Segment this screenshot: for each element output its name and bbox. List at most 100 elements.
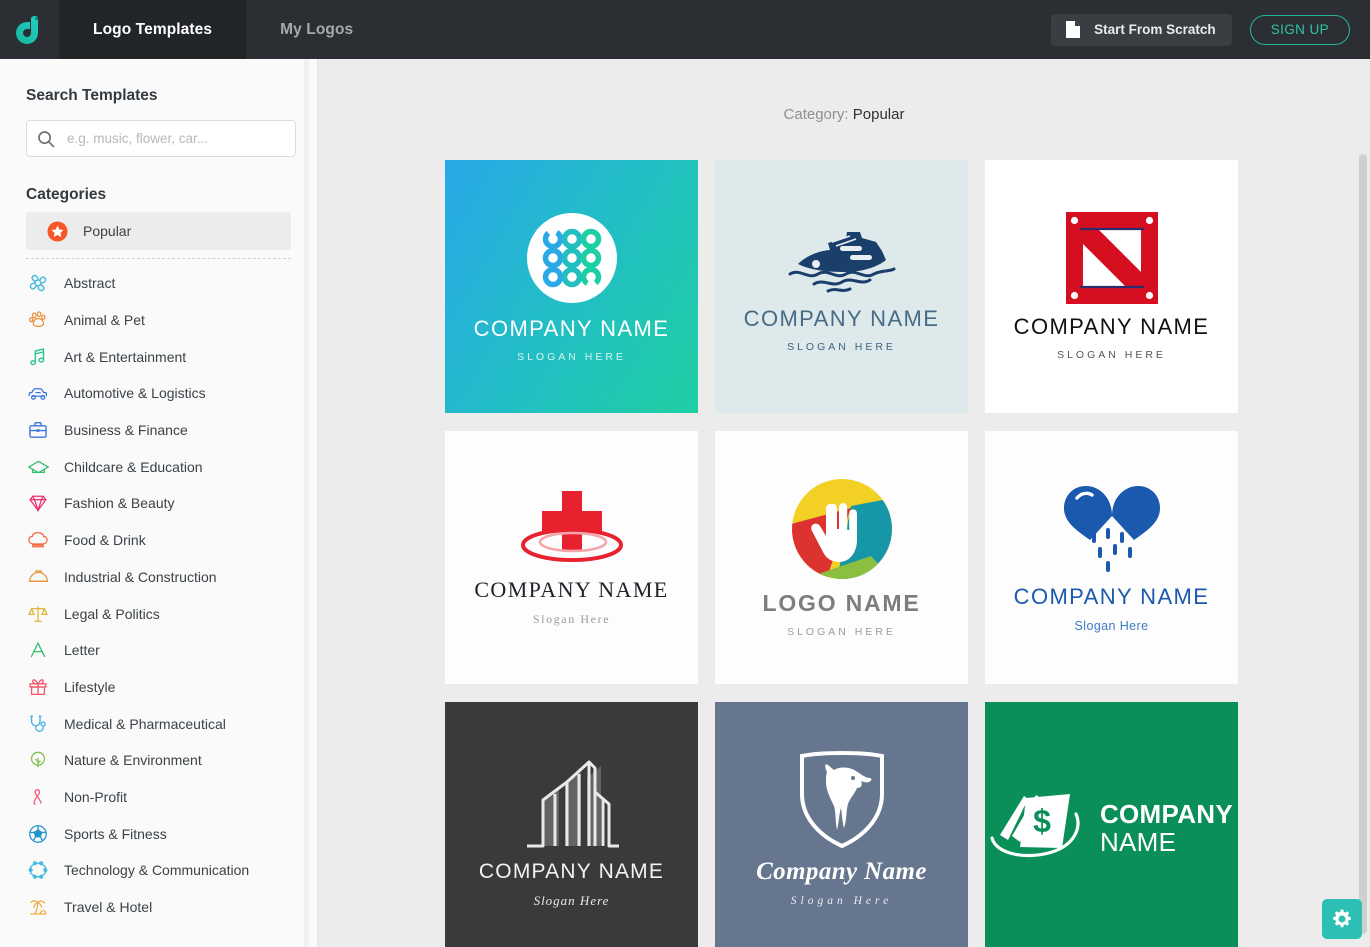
- sidebar-item-sports-fitness[interactable]: Sports & Fitness: [0, 815, 317, 852]
- cruise-ship-icon: [784, 220, 900, 296]
- sidebar-item-nature-environment-label: Nature & Environment: [64, 752, 202, 769]
- sidebar-item-fashion-beauty-label: Fashion & Beauty: [64, 495, 175, 512]
- template-name: LOGO NAME: [762, 589, 921, 616]
- sidebar-item-business-finance-label: Business & Finance: [64, 422, 188, 439]
- hand-in-circle-icon: [791, 478, 893, 580]
- brand-d-logo-icon: [15, 15, 38, 44]
- sidebar-item-food-drink-label: Food & Drink: [64, 532, 146, 549]
- sidebar-item-non-profit-label: Non-Profit: [64, 788, 128, 805]
- graduation-cap-icon: [26, 455, 50, 479]
- template-slogan: Slogan Here: [790, 895, 893, 907]
- sidebar-item-letter-label: Letter: [64, 642, 100, 659]
- template-slogan: SLOGAN HERE: [1057, 349, 1166, 361]
- money-swoosh-icon: $: [990, 790, 1086, 868]
- sidebar-item-art-entertainment[interactable]: Art & Entertainment: [0, 338, 317, 375]
- sidebar-item-legal-politics[interactable]: Legal & Politics: [0, 595, 317, 632]
- document-icon: [1066, 21, 1081, 38]
- sidebar-scrollbar[interactable]: [304, 59, 309, 947]
- hard-hat-icon: [26, 565, 50, 589]
- template-name: COMPANY NAME: [1013, 584, 1210, 609]
- tab-logo-templates[interactable]: Logo Templates: [59, 0, 247, 59]
- template-name: Company Name: [756, 858, 927, 885]
- main-scrollbar-thumb[interactable]: [1359, 154, 1367, 934]
- category-list: Popular Abstract Animal & Pet Art & Ente…: [0, 212, 317, 925]
- template-name: COMPANY NAME: [743, 306, 940, 331]
- template-card[interactable]: COMPANY NAME Slogan Here: [985, 431, 1238, 684]
- templates-main-area: Category: Popular COMPANY NAME SLOGAN HE…: [318, 59, 1370, 947]
- template-card[interactable]: COMPANY NAME Slogan Here: [445, 431, 698, 684]
- sidebar-item-nature-environment[interactable]: Nature & Environment: [0, 742, 317, 779]
- category-heading: Category: Popular: [318, 106, 1370, 123]
- rain-heart-icon: [1060, 482, 1164, 574]
- sidebar-item-technology-communication[interactable]: Technology & Communication: [0, 852, 317, 889]
- wolf-shield-icon: [794, 750, 890, 848]
- red-crate-n-icon: [1065, 212, 1158, 304]
- start-from-scratch-button[interactable]: Start From Scratch: [1051, 13, 1232, 46]
- template-card[interactable]: LOGO NAME SLOGAN HERE: [715, 431, 968, 684]
- car-icon: [26, 381, 50, 405]
- sidebar-item-automotive-logistics-label: Automotive & Logistics: [64, 385, 206, 402]
- sidebar-item-animal-pet-label: Animal & Pet: [64, 312, 145, 329]
- search-icon: [38, 130, 55, 147]
- sidebar-item-food-drink[interactable]: Food & Drink: [0, 522, 317, 559]
- template-slogan: SLOGAN HERE: [787, 341, 896, 353]
- tab-my-logos-label: My Logos: [280, 20, 354, 38]
- gear-icon: [1333, 909, 1351, 928]
- template-name: COMPANY NAME: [474, 576, 669, 602]
- stethoscope-icon: [26, 712, 50, 736]
- sidebar-item-fashion-beauty[interactable]: Fashion & Beauty: [0, 485, 317, 522]
- search-box[interactable]: [26, 120, 296, 157]
- buildings-outline-icon: [523, 748, 621, 850]
- template-card[interactable]: COMPANY NAME Slogan Here: [445, 702, 698, 947]
- sidebar-item-popular[interactable]: Popular: [26, 212, 291, 250]
- sidebar-item-letter[interactable]: Letter: [0, 632, 317, 669]
- search-input[interactable]: [65, 130, 285, 147]
- template-name: COMPANY NAME: [478, 860, 665, 883]
- sidebar-item-popular-label: Popular: [83, 223, 132, 239]
- sidebar-divider: [26, 258, 291, 259]
- top-bar-actions: Start From Scratch SIGN UP: [1051, 0, 1370, 59]
- sidebar-item-abstract[interactable]: Abstract: [0, 265, 317, 302]
- sidebar-item-animal-pet[interactable]: Animal & Pet: [0, 302, 317, 339]
- main-scrollbar-track[interactable]: [1356, 59, 1370, 947]
- sidebar-item-lifestyle-label: Lifestyle: [64, 678, 116, 695]
- sidebar-item-childcare-education[interactable]: Childcare & Education: [0, 448, 317, 485]
- categories-title: Categories: [26, 186, 107, 203]
- tree-icon: [26, 748, 50, 772]
- template-name: COMPANY NAME: [1013, 314, 1210, 339]
- sidebar-item-automotive-logistics[interactable]: Automotive & Logistics: [0, 375, 317, 412]
- sidebar-item-abstract-label: Abstract: [64, 275, 116, 292]
- scales-icon: [26, 602, 50, 626]
- template-card[interactable]: COMPANY NAME SLOGAN HERE: [985, 160, 1238, 413]
- template-grid: COMPANY NAME SLOGAN HERE COMPANY NAME SL…: [445, 160, 1370, 947]
- template-name: COMPANY NAME: [473, 316, 670, 341]
- music-note-icon: [26, 345, 50, 369]
- sign-up-button[interactable]: SIGN UP: [1249, 14, 1350, 45]
- sidebar-item-medical-pharmaceutical[interactable]: Medical & Pharmaceutical: [0, 705, 317, 742]
- sidebar-item-medical-pharmaceutical-label: Medical & Pharmaceutical: [64, 715, 226, 732]
- tab-my-logos[interactable]: My Logos: [246, 0, 387, 59]
- gift-icon: [26, 675, 50, 699]
- sidebar-item-non-profit[interactable]: Non-Profit: [0, 779, 317, 816]
- template-card[interactable]: COMPANY NAME SLOGAN HERE: [445, 160, 698, 413]
- tech-hexagon-icon: [26, 858, 50, 882]
- sidebar-item-travel-hotel[interactable]: Travel & Hotel: [0, 889, 317, 926]
- sidebar-item-industrial-construction-label: Industrial & Construction: [64, 568, 217, 585]
- sidebar-item-lifestyle[interactable]: Lifestyle: [0, 669, 317, 706]
- template-card[interactable]: COMPANY NAME SLOGAN HERE: [715, 160, 968, 413]
- ribbon-icon: [26, 785, 50, 809]
- sign-up-label: SIGN UP: [1270, 22, 1329, 37]
- app-logo[interactable]: [0, 0, 59, 59]
- template-slogan: SLOGAN HERE: [787, 625, 896, 638]
- briefcase-icon: [26, 418, 50, 442]
- sidebar-item-industrial-construction[interactable]: Industrial & Construction: [0, 559, 317, 596]
- sidebar-item-childcare-education-label: Childcare & Education: [64, 458, 203, 475]
- soccer-ball-icon: [26, 822, 50, 846]
- svg-text:$: $: [1033, 803, 1051, 839]
- paw-icon: [26, 308, 50, 332]
- sidebar-item-business-finance[interactable]: Business & Finance: [0, 412, 317, 449]
- template-card[interactable]: $ COMPANY NAME: [985, 702, 1238, 947]
- sidebar-item-art-entertainment-label: Art & Entertainment: [64, 348, 187, 365]
- settings-button[interactable]: [1322, 899, 1362, 939]
- template-card[interactable]: Company Name Slogan Here: [715, 702, 968, 947]
